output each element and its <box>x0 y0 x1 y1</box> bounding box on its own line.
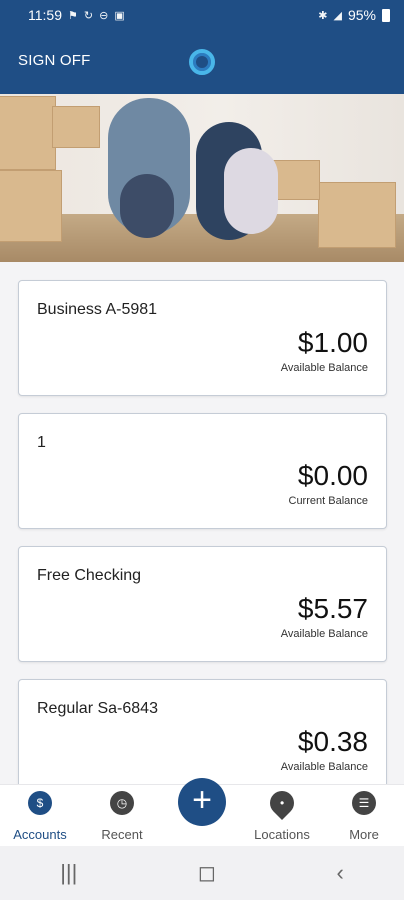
account-card-regular-sa-6843[interactable]: Regular Sa-6843 $0.38 Available Balance <box>18 679 387 784</box>
minus-circle-icon: ⊖ <box>99 9 109 22</box>
more-menu-icon: ☰ <box>352 791 376 815</box>
system-navigation: ||| ◻ ‹ <box>0 846 404 900</box>
account-name: Free Checking <box>37 567 142 584</box>
status-bar: 11:59 ⚑ ↻ ⊖ ▣ ✱ ◢ 95% <box>0 0 404 30</box>
account-card-free-checking[interactable]: Free Checking $5.57 Available Balance <box>18 546 387 662</box>
balance-label: Available Balance <box>280 628 368 640</box>
battery-icon <box>382 8 390 22</box>
status-right: ✱ ◢ 95% <box>318 7 390 23</box>
account-name: 1 <box>37 434 46 451</box>
nav-label: Accounts <box>13 827 67 842</box>
moving-box <box>0 96 56 170</box>
nav-recent[interactable]: ◷ Recent <box>82 789 162 847</box>
child-figure <box>224 148 278 234</box>
circle-logo-icon <box>189 49 215 75</box>
sync-icon: ↻ <box>83 9 94 22</box>
nav-label: Locations <box>254 827 310 842</box>
nav-label: Recent <box>101 827 143 842</box>
document-icon: ▣ <box>114 9 125 22</box>
child-figure <box>120 174 174 238</box>
add-button[interactable]: + <box>178 778 226 826</box>
account-name: Business A-5981 <box>37 301 158 318</box>
moving-box <box>318 182 396 248</box>
clock-icon: ◷ <box>110 791 134 815</box>
hero-image <box>0 94 404 262</box>
account-name: Regular Sa-6843 <box>37 700 158 717</box>
battery-percent: 95% <box>347 7 376 23</box>
account-balance: $0.38 <box>297 726 368 757</box>
nav-accounts[interactable]: $ Accounts <box>0 789 80 847</box>
account-card-business-a-5981[interactable]: Business A-5981 $1.00 Available Balance <box>18 280 387 396</box>
nav-label: More <box>349 827 379 842</box>
moving-box <box>52 106 100 148</box>
notification-icon: ⚑ <box>68 9 78 22</box>
account-list: Business A-5981 $1.00 Available Balance … <box>0 262 404 784</box>
home-icon[interactable]: ◻ <box>198 860 216 886</box>
plus-icon: + <box>192 781 212 819</box>
nav-more[interactable]: ☰ More <box>324 789 404 847</box>
recent-apps-icon[interactable]: ||| <box>60 860 77 886</box>
balance-label: Current Balance <box>288 495 369 507</box>
moving-box <box>0 170 62 242</box>
accounts-icon: $ <box>28 791 52 815</box>
account-card-1[interactable]: 1 $0.00 Current Balance <box>18 413 387 529</box>
account-balance: $0.00 <box>297 460 368 491</box>
vibrate-icon: ✱ <box>318 9 328 22</box>
app-bar: SIGN OFF <box>0 30 404 94</box>
signal-icon: ◢ <box>333 9 342 22</box>
balance-label: Available Balance <box>280 362 368 374</box>
balance-label: Available Balance <box>280 761 368 773</box>
nav-locations[interactable]: • Locations <box>242 786 322 847</box>
sign-off-button[interactable]: SIGN OFF <box>18 52 90 69</box>
status-left: 11:59 ⚑ ↻ ⊖ ▣ <box>28 7 125 23</box>
account-balance: $5.57 <box>297 593 368 624</box>
status-time: 11:59 <box>28 7 62 23</box>
account-balance: $1.00 <box>297 327 368 358</box>
location-pin-icon: • <box>265 786 299 820</box>
back-icon[interactable]: ‹ <box>336 860 343 886</box>
